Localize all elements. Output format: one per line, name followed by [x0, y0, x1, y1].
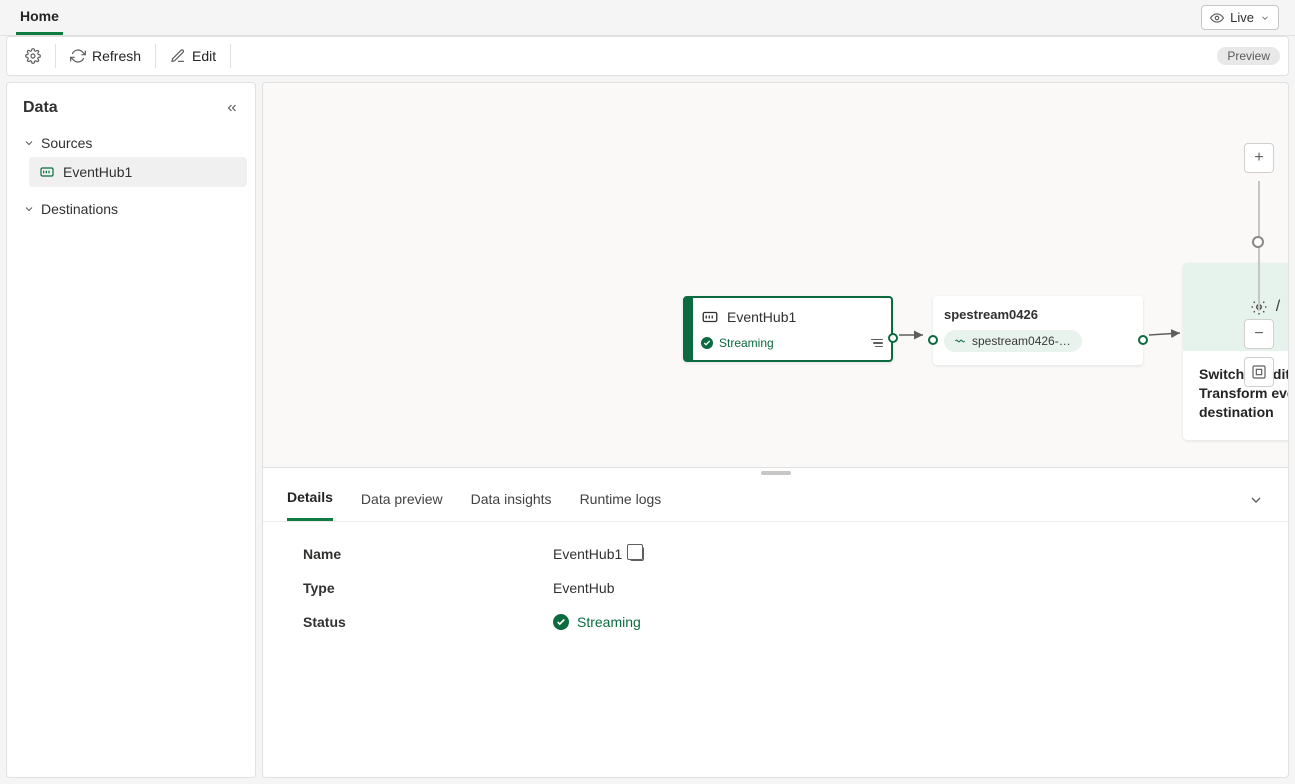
detail-key: Name: [303, 546, 553, 562]
eventhub-icon: [39, 164, 55, 180]
collapse-icon[interactable]: [225, 101, 239, 115]
bottom-tabs: Details Data preview Data insights Runti…: [263, 478, 1288, 522]
node-source-eventhub1[interactable]: EventHub1 Streaming: [683, 296, 893, 362]
chevron-down-icon: [23, 137, 35, 149]
gear-icon: [25, 48, 41, 64]
collapse-panel-icon[interactable]: [1248, 492, 1264, 508]
detail-value: EventHub1: [553, 546, 644, 562]
connector-lines: [263, 83, 1288, 467]
sidebar-group-destinations[interactable]: Destinations: [15, 195, 247, 223]
node-header: EventHub1: [693, 298, 891, 332]
node-footer: Streaming: [693, 332, 891, 360]
panel-splitter[interactable]: [262, 468, 1289, 478]
zoom-thumb[interactable]: [1252, 236, 1264, 248]
sidebar-item-eventhub1[interactable]: EventHub1: [29, 157, 247, 187]
edit-label: Edit: [192, 48, 216, 64]
tab-data-insights[interactable]: Data insights: [471, 478, 552, 521]
refresh-icon: [70, 48, 86, 64]
zoom-fit-button[interactable]: [1244, 357, 1274, 387]
tab-details[interactable]: Details: [287, 478, 333, 521]
detail-row-type: Type EventHub: [303, 580, 1248, 596]
canvas[interactable]: EventHub1 Streaming: [262, 82, 1289, 468]
group-label: Destinations: [41, 201, 118, 217]
bottom-panel: Details Data preview Data insights Runti…: [262, 478, 1289, 778]
check-icon: [701, 337, 713, 349]
chip-label: spestream0426-str…: [972, 334, 1072, 348]
sidebar: Data Sources EventHub1: [6, 82, 256, 778]
status-text: Streaming: [719, 336, 774, 350]
sidebar-title: Data: [23, 99, 58, 117]
live-label: Live: [1230, 10, 1254, 25]
input-port[interactable]: [928, 335, 938, 345]
sidebar-group-sources[interactable]: Sources: [15, 129, 247, 157]
output-port[interactable]: [1138, 335, 1148, 345]
tab-data-preview[interactable]: Data preview: [361, 478, 443, 521]
preview-badge: Preview: [1217, 47, 1280, 65]
live-dropdown[interactable]: Live: [1201, 5, 1279, 30]
top-tab-home[interactable]: Home: [16, 0, 63, 35]
output-port[interactable]: [888, 333, 898, 343]
eye-icon: [1210, 11, 1224, 25]
top-tabs: Home: [16, 0, 63, 35]
detail-row-name: Name EventHub1: [303, 546, 1248, 562]
detail-row-status: Status Streaming: [303, 614, 1248, 630]
chevron-down-icon: [23, 203, 35, 215]
toolbar-separator: [230, 44, 231, 68]
splitter-handle: [761, 471, 791, 475]
detail-value: Streaming: [553, 614, 641, 630]
group-label: Sources: [41, 135, 92, 151]
main: Data Sources EventHub1: [6, 82, 1289, 778]
sidebar-header: Data: [15, 95, 247, 129]
settings-button[interactable]: [15, 42, 51, 70]
edit-icon: [170, 48, 186, 64]
status-value: Streaming: [577, 614, 641, 630]
toolbar-left: Refresh Edit: [15, 37, 235, 75]
menu-icon[interactable]: [871, 339, 883, 348]
node-title: spestream0426: [944, 307, 1132, 322]
node-title: EventHub1: [727, 309, 796, 325]
node-stream[interactable]: spestream0426 spestream0426-str…: [933, 296, 1143, 365]
toolbar: Refresh Edit Preview: [6, 36, 1289, 76]
eventhub-icon: [701, 308, 719, 326]
detail-key: Type: [303, 580, 553, 596]
output-icon: [1288, 298, 1289, 316]
zoom-controls: + −: [1244, 143, 1274, 387]
refresh-label: Refresh: [92, 48, 141, 64]
stream-chip[interactable]: spestream0426-str…: [944, 330, 1082, 352]
refresh-button[interactable]: Refresh: [60, 42, 151, 70]
zoom-out-button[interactable]: −: [1244, 319, 1274, 349]
top-tab-bar: Home Live: [0, 0, 1295, 36]
app-root: Home Live Refresh: [0, 0, 1295, 784]
zoom-slider[interactable]: [1258, 181, 1260, 311]
edit-button[interactable]: Edit: [160, 42, 226, 70]
tab-runtime-logs[interactable]: Runtime logs: [580, 478, 662, 521]
toolbar-separator: [155, 44, 156, 68]
chevron-down-icon: [1260, 13, 1270, 23]
detail-key: Status: [303, 614, 553, 630]
details-panel: Name EventHub1 Type EventHub Status: [263, 522, 1288, 672]
detail-value: EventHub: [553, 580, 614, 596]
canvas-wrap: EventHub1 Streaming: [262, 82, 1289, 778]
slash: /: [1276, 298, 1280, 316]
name-value: EventHub1: [553, 546, 622, 562]
sidebar-item-label: EventHub1: [63, 164, 132, 180]
status-pill: Streaming: [701, 336, 774, 350]
check-icon: [553, 614, 569, 630]
toolbar-separator: [55, 44, 56, 68]
stream-icon: [954, 335, 966, 347]
copy-icon[interactable]: [630, 547, 644, 561]
zoom-in-button[interactable]: +: [1244, 143, 1274, 173]
